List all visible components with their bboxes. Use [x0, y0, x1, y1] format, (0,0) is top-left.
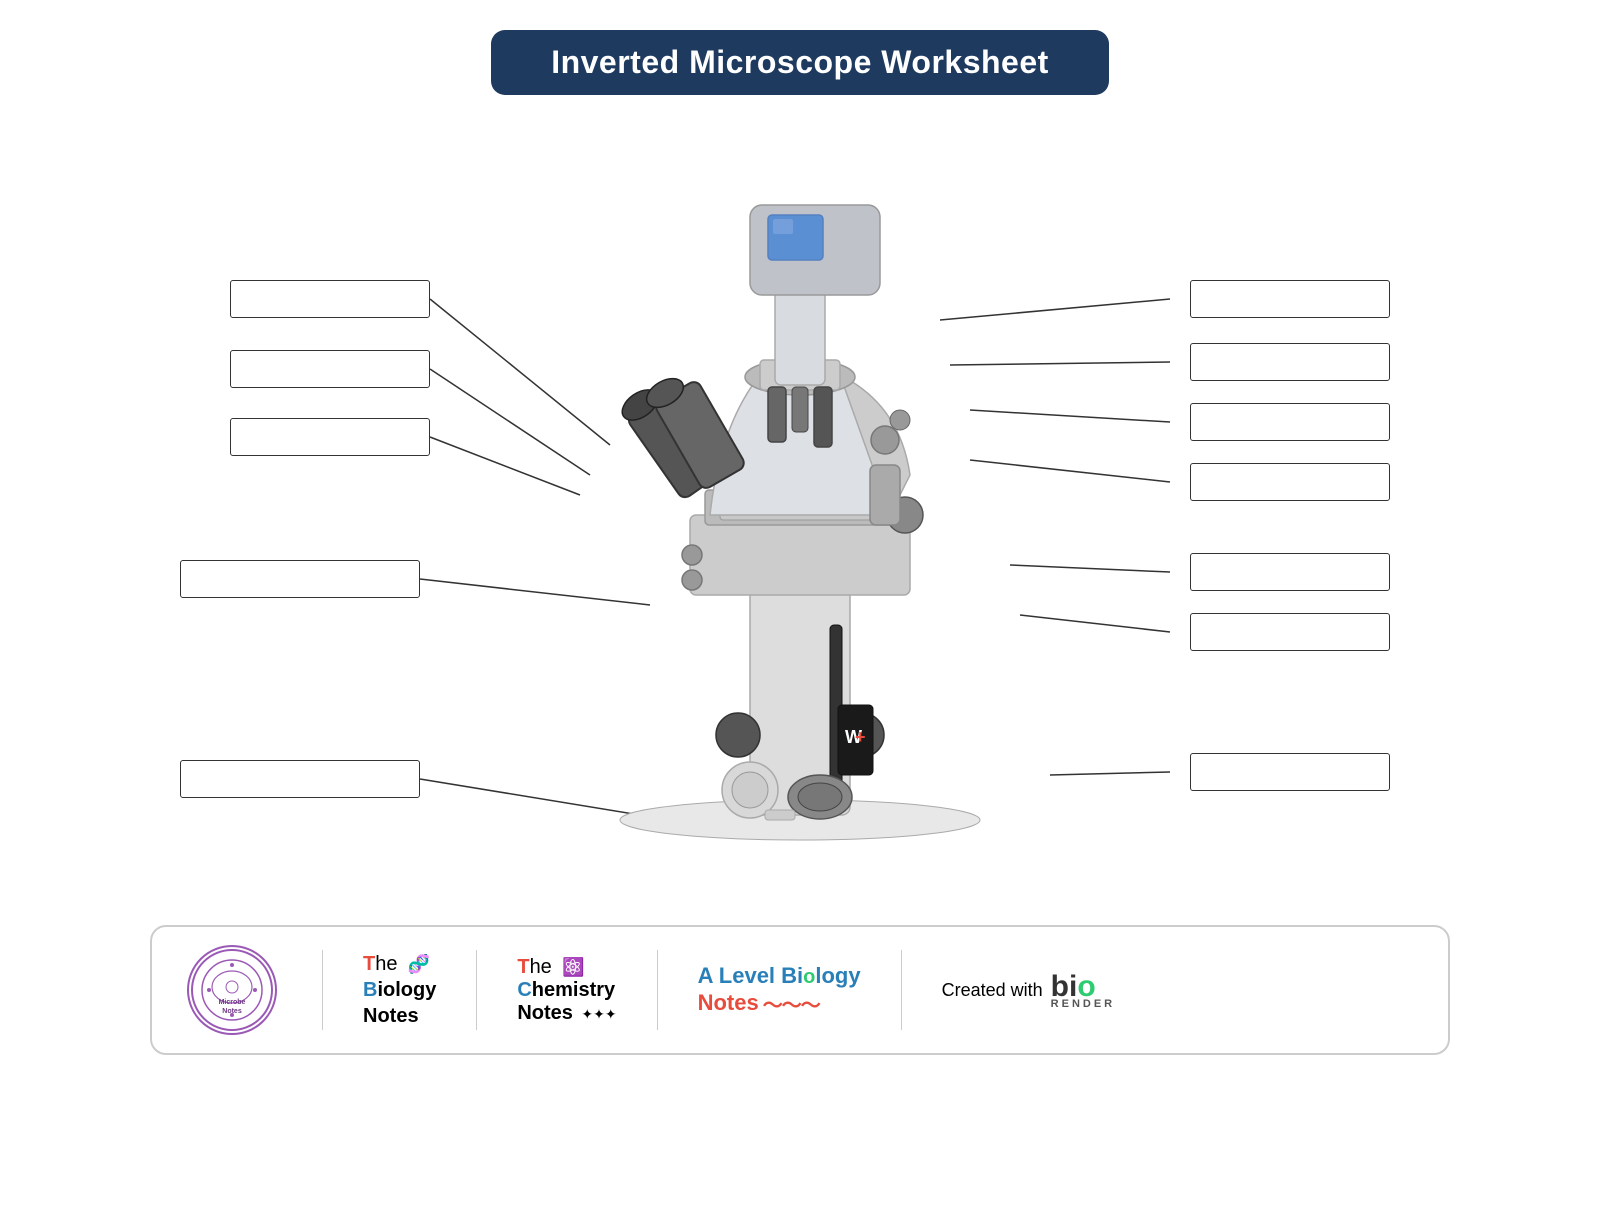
label-right-1 [1190, 280, 1390, 318]
page-title: Inverted Microscope Worksheet [551, 44, 1049, 80]
biology-notes-line2: Biology [363, 977, 436, 1003]
chem-hemistry: hemistry [532, 979, 615, 1001]
footer-divider-3 [657, 950, 658, 1030]
biology-b: B [363, 979, 377, 1001]
created-with-biorender: Created with bio RENDER [942, 970, 1116, 1010]
footer-divider-2 [476, 950, 477, 1030]
page-wrapper: Inverted Microscope Worksheet [150, 0, 1450, 1075]
alevel-line2: Notes 〜〜〜 [698, 989, 861, 1018]
chemistry-line1: The ⚛️ [517, 956, 584, 979]
label-left-1 [230, 280, 430, 318]
label-right-5 [1190, 553, 1390, 591]
alevel-bi-text: Bi [781, 963, 803, 988]
alevel-line1: A Level Biology [698, 963, 861, 989]
chem-notes-text: Notes [517, 1002, 573, 1024]
alevel-level-text: Level [719, 963, 781, 988]
chem-c: C [517, 979, 531, 1001]
footer-divider-4 [901, 950, 902, 1030]
chem-atom-icon: ⚛️ [562, 957, 584, 977]
chem-he: he [530, 956, 552, 978]
footer: Microbe Notes The 🧬 Biology Notes The [150, 925, 1450, 1055]
biology-notes-line1: The 🧬 [363, 951, 436, 977]
alevel-o-icon: o [803, 966, 815, 988]
label-right-7 [1190, 753, 1390, 791]
alevel-dna-waves: 〜〜〜 [763, 989, 820, 1018]
svg-text:+: + [855, 727, 866, 747]
biology-notes-brand: The 🧬 Biology Notes [363, 951, 436, 1029]
biology-t: T [363, 953, 375, 975]
chem-t: T [517, 956, 529, 978]
alevel-logy-text: logy [815, 963, 860, 988]
microbe-notes-logo: Microbe Notes [182, 945, 282, 1035]
label-left-5 [180, 760, 420, 798]
label-right-4 [1190, 463, 1390, 501]
created-with-text: Created with [942, 980, 1043, 1001]
title-box: Inverted Microscope Worksheet [491, 30, 1109, 95]
biology-dna-icon: 🧬 [408, 954, 430, 974]
label-right-2 [1190, 343, 1390, 381]
label-right-3 [1190, 403, 1390, 441]
alevel-biology-notes: A Level Biology Notes 〜〜〜 [698, 963, 861, 1018]
render-label: RENDER [1051, 998, 1115, 1010]
chemistry-notes-brand: The ⚛️ Chemistry Notes ✦✦✦ [517, 956, 616, 1025]
logo-circle: Microbe Notes [187, 945, 277, 1035]
label-left-4 [180, 560, 420, 598]
svg-text:Notes: Notes [222, 1008, 242, 1015]
biology-he: he [375, 953, 397, 975]
chemistry-line3: Notes ✦✦✦ [517, 1002, 616, 1025]
biology-iology: iology [377, 979, 436, 1001]
alevel-notes-red: Notes [698, 990, 759, 1016]
label-right-6 [1190, 613, 1390, 651]
diagram-area: W + [150, 125, 1450, 905]
alevel-a-letter: A [698, 963, 713, 988]
svg-text:Microbe: Microbe [219, 999, 246, 1006]
biorender-logo: bio RENDER [1051, 970, 1115, 1010]
biology-notes-text: Notes [363, 1005, 419, 1027]
label-left-3 [230, 418, 430, 456]
chem-sparkle-icon: ✦✦✦ [581, 1006, 616, 1022]
chemistry-line2: Chemistry [517, 979, 615, 1002]
microscope-image: W + [520, 125, 1080, 845]
footer-divider-1 [322, 950, 323, 1030]
label-left-2 [230, 350, 430, 388]
biology-notes-line3: Notes [363, 1003, 436, 1029]
